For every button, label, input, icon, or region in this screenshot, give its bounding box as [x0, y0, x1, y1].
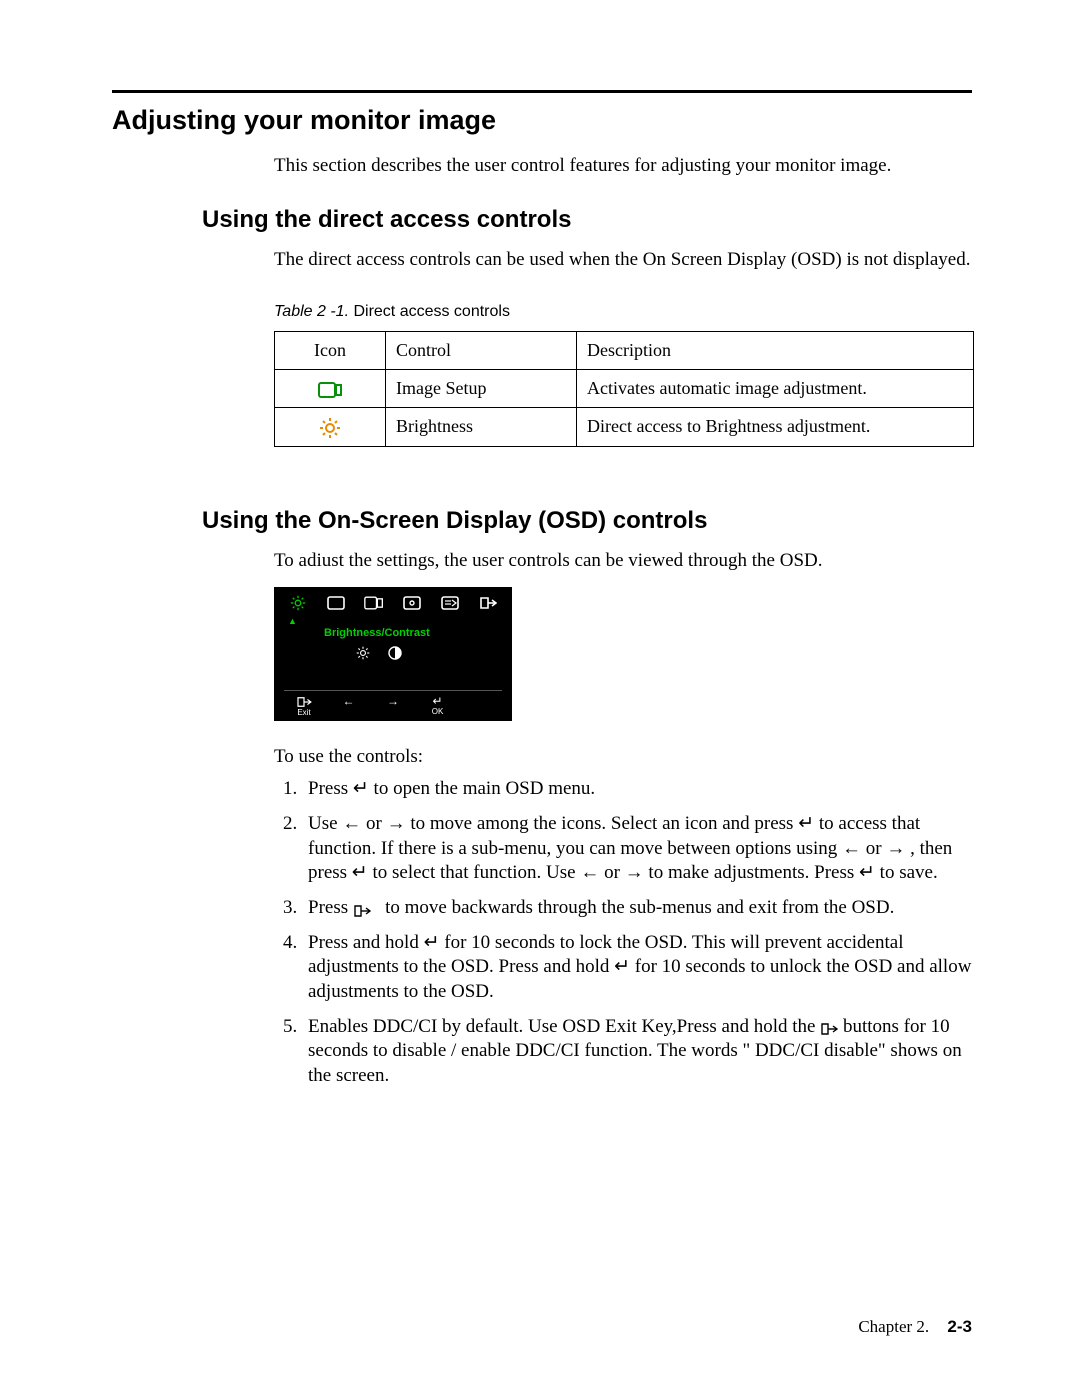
subsection-direct-access-title: Using the direct access controls: [202, 206, 972, 234]
th-control: Control: [386, 331, 577, 369]
th-description: Description: [577, 331, 974, 369]
osd-exit-label: Exit: [284, 709, 324, 717]
osd-ok-indicator: ↵OK: [418, 695, 458, 717]
control-name: Brightness: [386, 407, 577, 446]
page-footer: Chapter 2. 2-3: [858, 1317, 972, 1337]
image-setup-icon: [360, 596, 388, 610]
exit-icon: [353, 898, 371, 912]
osd-ok-label: OK: [418, 708, 458, 716]
image-position-icon: [322, 596, 350, 610]
table-row: Brightness Direct access to Brightness a…: [275, 407, 974, 446]
osd-active-label: Brightness/Contrast: [324, 628, 502, 639]
brightness-sub-icon: [356, 645, 370, 660]
image-setup-icon: [275, 369, 386, 407]
osd-intro: To adiust the settings, the user control…: [274, 549, 972, 573]
subsection-osd-title: Using the On-Screen Display (OSD) contro…: [202, 507, 972, 535]
table-caption: Table 2 -1. Direct access controls: [274, 303, 972, 321]
direct-access-intro: The direct access controls can be used w…: [274, 248, 972, 272]
osd-under-marker: ▲: [288, 617, 502, 626]
footer-page-number: 2-3: [947, 1317, 972, 1336]
table-caption-text: Direct access controls: [349, 303, 510, 320]
document-page: Adjusting your monitor image This sectio…: [0, 0, 1080, 1397]
section-title: Adjusting your monitor image: [112, 105, 972, 136]
table-row: Image Setup Activates automatic image ad…: [275, 369, 974, 407]
control-description: Direct access to Brightness adjustment.: [577, 407, 974, 446]
brightness-icon: [275, 407, 386, 446]
list-item: Press ↵ to open the main OSD menu.: [302, 777, 972, 802]
contrast-sub-icon: [388, 645, 402, 660]
steps-list: Press ↵ to open the main OSD menu. Use ←…: [274, 777, 972, 1089]
list-item: Use ← or → to move among the icons. Sele…: [302, 812, 972, 886]
control-name: Image Setup: [386, 369, 577, 407]
left-arrow-icon: ←: [329, 695, 369, 717]
right-arrow-icon: →: [373, 695, 413, 717]
exit-icon: [820, 1017, 838, 1031]
list-item: Enables DDC/CI by default. Use OSD Exit …: [302, 1015, 972, 1089]
brightness-icon: [284, 595, 312, 611]
osd-bottom-row: Exit ← → ↵OK: [284, 690, 502, 717]
section-rule: [112, 90, 972, 93]
list-item: Press and hold ↵ for 10 seconds to lock …: [302, 931, 972, 1005]
footer-chapter: Chapter 2.: [858, 1317, 929, 1336]
direct-access-table: Icon Control Description Image Setup Act…: [274, 331, 974, 447]
osd-sub-icons: [356, 645, 502, 660]
table-caption-label: Table 2 -1.: [274, 303, 349, 320]
exit-icon: [474, 596, 502, 610]
intro-text: This section describes the user control …: [274, 154, 972, 178]
th-icon: Icon: [275, 331, 386, 369]
steps-intro: To use the controls:: [274, 745, 972, 769]
list-item: Press to move backwards through the sub-…: [302, 896, 972, 921]
osd-menu-icons: [284, 595, 502, 611]
image-properties-icon: [398, 596, 426, 610]
control-description: Activates automatic image adjustment.: [577, 369, 974, 407]
osd-screenshot: ▲ Brightness/Contrast Exit ← → ↵OK: [274, 587, 512, 721]
table-header-row: Icon Control Description: [275, 331, 974, 369]
options-icon: [436, 596, 464, 610]
osd-exit-indicator: Exit: [284, 695, 324, 717]
